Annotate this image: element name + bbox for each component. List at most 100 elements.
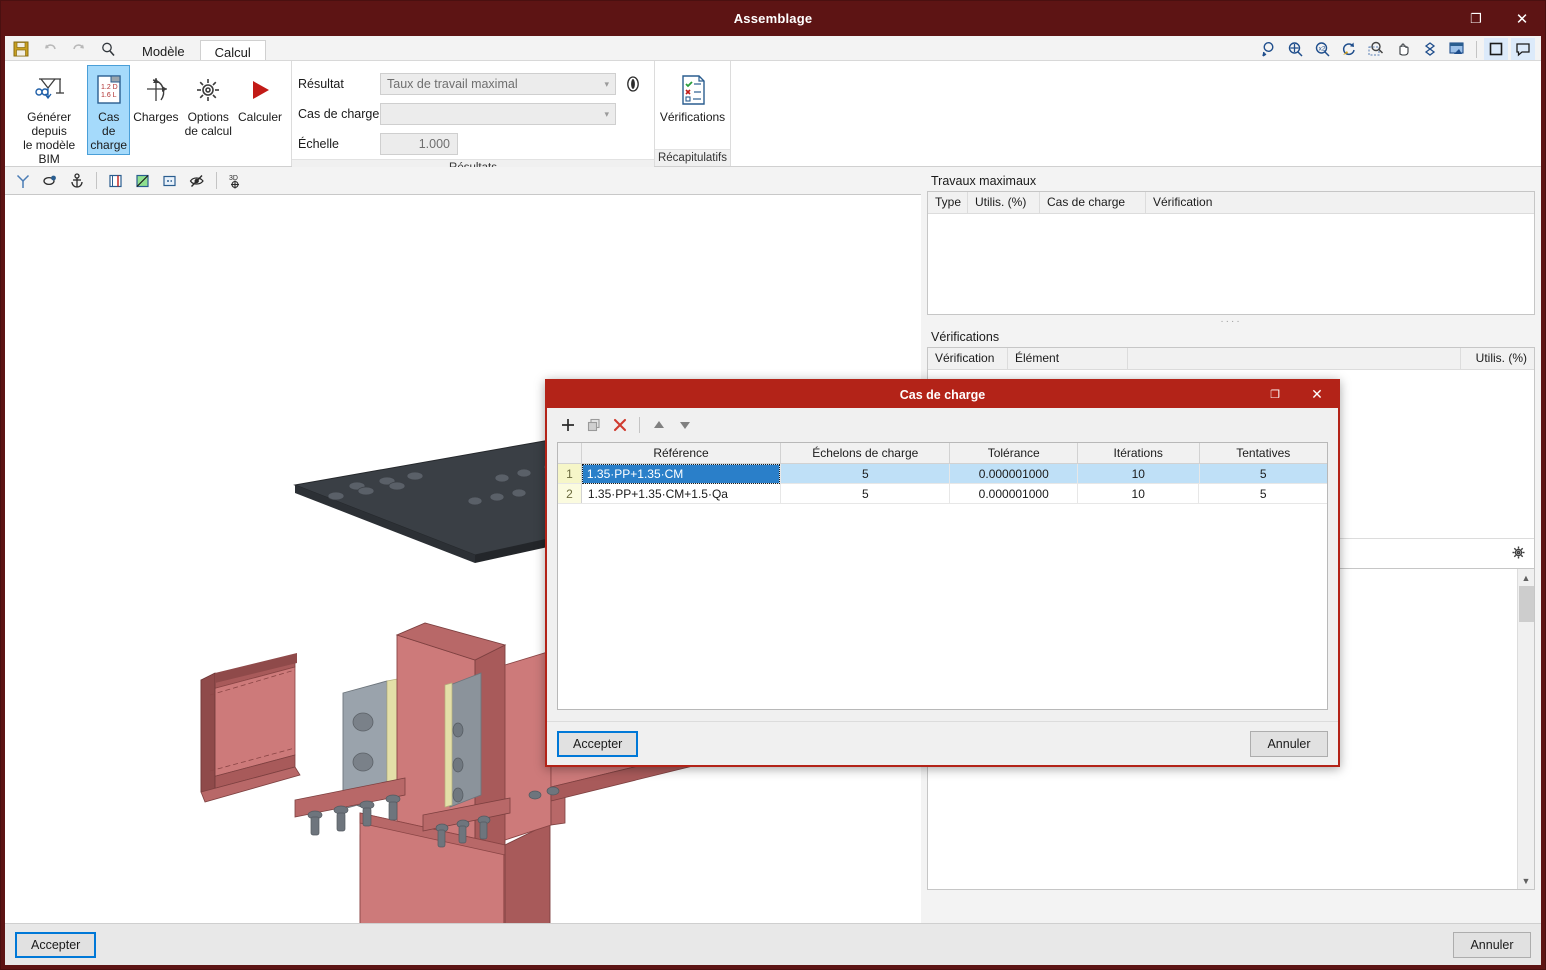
svg-text:3D: 3D — [229, 175, 238, 182]
dialog-close-icon[interactable]: ✕ — [1296, 381, 1338, 408]
load-case-table-header: Référence Échelons de charge Tolérance I… — [558, 443, 1327, 464]
col-cas-de-charge[interactable]: Cas de charge — [1040, 192, 1146, 213]
close-icon[interactable]: ✕ — [1499, 1, 1545, 36]
load-case-table[interactable]: Référence Échelons de charge Tolérance I… — [557, 442, 1328, 710]
scale-input[interactable]: 1.000 — [380, 133, 458, 155]
col-reference[interactable]: Référence — [582, 443, 782, 463]
travaux-maximaux-grid[interactable]: Type Utilis. (%) Cas de charge Vérificat… — [927, 191, 1535, 315]
window-controls: ❐ ✕ — [1453, 1, 1545, 36]
cell-reference[interactable]: 1.35·PP+1.35·CM — [581, 463, 782, 484]
load-case-label-1: Cas de — [98, 110, 120, 138]
verifications-button[interactable]: Vérifications — [657, 65, 728, 149]
calc-options-label-2: de calcul — [184, 124, 232, 138]
axes-icon[interactable] — [11, 170, 35, 192]
panel-travaux-maximaux: Travaux maximaux Type Utilis. (%) Cas de… — [927, 171, 1535, 315]
load-case-combo[interactable]: ▾ — [380, 103, 616, 125]
zoom-previous-icon[interactable] — [1256, 38, 1280, 60]
add-icon[interactable] — [557, 414, 579, 436]
cell-tentatives[interactable]: 5 — [1199, 484, 1327, 503]
search-icon[interactable] — [98, 39, 118, 59]
cancel-button[interactable]: Annuler — [1453, 931, 1531, 958]
redraw-icon[interactable] — [1337, 38, 1361, 60]
generate-from-bim-button[interactable]: Générer depuis le modèle BIM — [11, 65, 87, 169]
col-element[interactable]: Élément — [1008, 348, 1128, 369]
col-iterations[interactable]: Itérations — [1078, 443, 1200, 463]
zoom-x2-icon[interactable]: x2 — [1310, 38, 1334, 60]
comment-icon[interactable] — [1511, 38, 1535, 60]
deformation-view-icon[interactable] — [158, 170, 182, 192]
col-verification[interactable]: Vérification — [1146, 192, 1534, 213]
table-row[interactable]: 2 1.35·PP+1.35·CM+1.5·Qa 5 0.000001000 1… — [558, 484, 1327, 504]
scroll-down-icon[interactable]: ▼ — [1518, 872, 1535, 889]
accept-button[interactable]: Accepter — [15, 931, 97, 958]
section-view-icon[interactable] — [104, 170, 128, 192]
generate-from-bim-label-2: le modèle BIM — [23, 138, 76, 166]
scale-field-row: Échelle 1.000 — [298, 129, 644, 159]
col-utilisation-pct[interactable]: Utilis. (%) — [1460, 348, 1534, 369]
cell-reference[interactable]: 1.35·PP+1.35·CM+1.5·Qa — [582, 484, 782, 503]
verifications-label: Vérifications — [659, 110, 726, 124]
ribbon-group-analyse: Générer depuis le modèle BIM 1.2 D 1.6 L — [5, 61, 292, 186]
col-tentatives[interactable]: Tentatives — [1200, 443, 1328, 463]
cell-iterations[interactable]: 10 — [1078, 464, 1200, 483]
col-tolerance[interactable]: Tolérance — [950, 443, 1078, 463]
delete-icon[interactable] — [609, 414, 631, 436]
ribbon-group-recapitulatifs: Vérifications Récapitulatifs — [655, 61, 731, 166]
3d-view-icon[interactable]: 3D — [224, 170, 248, 192]
scale-label: Échelle — [298, 137, 339, 151]
bim-generate-icon — [31, 70, 67, 110]
charges-button[interactable]: Charges — [130, 65, 181, 149]
report-scrollbar[interactable]: ▲ ▼ — [1517, 569, 1534, 889]
svg-text:x2: x2 — [1319, 46, 1326, 53]
hide-element-icon[interactable] — [185, 170, 209, 192]
dialog-maximize-icon[interactable]: ❐ — [1254, 381, 1296, 408]
cell-tentatives[interactable]: 5 — [1200, 464, 1327, 483]
bottom-bar: Accepter Annuler — [5, 923, 1541, 965]
col-type[interactable]: Type — [928, 192, 968, 213]
fullscreen-icon[interactable] — [1484, 38, 1508, 60]
col-verification[interactable]: Vérification — [928, 348, 1008, 369]
calculate-button[interactable]: Calculer — [235, 65, 285, 149]
scroll-up-icon[interactable]: ▲ — [1518, 569, 1535, 586]
view-navigation-toolbar: x2 — [1256, 37, 1535, 61]
reference-editor[interactable]: 1.35·PP+1.35·CM — [581, 463, 781, 484]
zoom-window-icon[interactable] — [1364, 38, 1388, 60]
load-case-field-row: Cas de charge ▾ — [298, 99, 644, 129]
chevron-down-icon: ▾ — [604, 78, 609, 89]
cell-tolerance[interactable]: 0.000001000 — [950, 464, 1078, 483]
render-mode-icon[interactable] — [1445, 38, 1469, 60]
redo-icon[interactable] — [69, 39, 89, 59]
dock-splitter[interactable]: ···· — [927, 315, 1535, 327]
restore-icon[interactable]: ❐ — [1453, 1, 1499, 36]
result-combo[interactable]: Taux de travail maximal ▾ — [380, 73, 616, 95]
save-icon[interactable] — [11, 39, 31, 59]
dialog-cancel-button[interactable]: Annuler — [1250, 730, 1328, 757]
diagram-view-icon[interactable] — [131, 170, 155, 192]
scroll-thumb[interactable] — [1518, 586, 1534, 622]
table-row[interactable]: 1 1.35·PP+1.35·CM 5 0.000001000 10 5 — [558, 463, 1327, 484]
panel-verifications-title: Vérifications — [931, 330, 1000, 344]
cell-echelons[interactable]: 5 — [781, 484, 951, 503]
col-echelons[interactable]: Échelons de charge — [781, 443, 951, 463]
legend-toggle-icon[interactable] — [622, 73, 644, 95]
gear-icon[interactable] — [1509, 543, 1528, 565]
zoom-all-icon[interactable] — [1283, 38, 1307, 60]
rotate-view-icon[interactable] — [38, 170, 62, 192]
load-case-button[interactable]: 1.2 D 1.6 L Cas de charge — [87, 65, 131, 155]
cell-iterations[interactable]: 10 — [1078, 484, 1200, 503]
col-utilisation[interactable]: Utilis. (%) — [968, 192, 1040, 213]
calc-options-button[interactable]: Options de calcul — [182, 65, 235, 149]
undo-icon[interactable] — [40, 39, 60, 59]
orbit-icon[interactable] — [1418, 38, 1442, 60]
duplicate-icon[interactable] — [583, 414, 605, 436]
dialog-accept-button[interactable]: Accepter — [557, 730, 639, 757]
load-case-icon: 1.2 D 1.6 L — [94, 70, 124, 110]
pan-icon[interactable] — [1391, 38, 1415, 60]
chevron-down-icon: ▾ — [604, 108, 609, 119]
cell-tolerance[interactable]: 0.000001000 — [950, 484, 1078, 503]
anchor-supports-icon[interactable] — [65, 170, 89, 192]
cell-echelons[interactable]: 5 — [781, 464, 951, 483]
title-bar: Assemblage ❐ ✕ — [1, 1, 1545, 36]
move-down-icon[interactable] — [674, 414, 696, 436]
move-up-icon[interactable] — [648, 414, 670, 436]
